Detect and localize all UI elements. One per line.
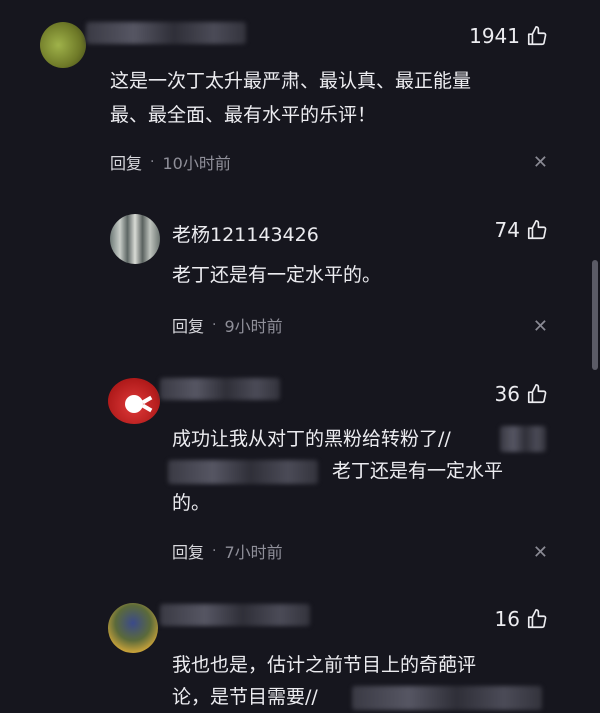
close-icon[interactable]: ✕ xyxy=(533,152,548,173)
redacted-mention xyxy=(168,460,318,484)
like-button[interactable]: 74 xyxy=(495,218,548,242)
separator-dot: · xyxy=(212,317,217,333)
comment-meta: 回复 · 10小时前 xyxy=(110,150,231,174)
separator-dot: · xyxy=(150,154,155,170)
redacted-username xyxy=(160,604,310,626)
close-icon[interactable]: ✕ xyxy=(533,316,548,337)
thumbs-up-icon xyxy=(526,219,548,241)
comment-meta: 回复 · 7小时前 xyxy=(172,539,283,563)
username[interactable]: 老杨121143426 xyxy=(172,220,319,247)
reply-button[interactable]: 回复 xyxy=(110,150,142,174)
timestamp: 7小时前 xyxy=(224,543,283,562)
avatar[interactable] xyxy=(108,603,158,653)
like-button[interactable]: 16 xyxy=(495,607,548,631)
like-count: 74 xyxy=(494,218,520,242)
reply-button[interactable]: 回复 xyxy=(172,539,204,563)
redacted-mention xyxy=(352,686,542,710)
comment-text: 最、最全面、最有水平的乐评！ xyxy=(110,104,377,126)
separator-dot: · xyxy=(212,543,217,559)
comment-meta: 回复 · 9小时前 xyxy=(172,313,283,337)
comment-text: 我也也是，估计之前节目上的奇葩评 xyxy=(172,654,477,676)
close-icon[interactable]: ✕ xyxy=(533,542,548,563)
thumbs-up-icon xyxy=(526,608,548,630)
like-button[interactable]: 36 xyxy=(495,382,548,406)
redacted-username xyxy=(160,378,280,400)
comment-text: 这是一次丁太升最严肃、最认真、最正能量 xyxy=(110,70,472,92)
like-count: 36 xyxy=(494,382,520,406)
comment-text: 的。 xyxy=(172,492,211,514)
timestamp: 10小时前 xyxy=(162,154,231,173)
comment-text: 老丁还是有一定水平的。 xyxy=(172,264,382,286)
comment-text: 老丁还是有一定水平 xyxy=(332,460,504,482)
redacted-mention xyxy=(500,426,546,452)
comment-text: 论，是节目需要// xyxy=(172,686,318,708)
timestamp: 9小时前 xyxy=(224,317,283,336)
like-count: 1941 xyxy=(469,24,520,48)
reply-button[interactable]: 回复 xyxy=(172,313,204,337)
redacted-username xyxy=(86,22,246,44)
comment-text: 成功让我从对丁的黑粉给转粉了// xyxy=(172,428,451,450)
like-count: 16 xyxy=(494,607,520,631)
thumbs-up-icon xyxy=(526,25,548,47)
scrollbar[interactable] xyxy=(592,260,598,370)
avatar-emblem-icon xyxy=(125,395,153,413)
avatar[interactable] xyxy=(40,22,86,68)
avatar[interactable] xyxy=(108,378,160,424)
thumbs-up-icon xyxy=(526,383,548,405)
like-button[interactable]: 1941 xyxy=(469,24,548,48)
avatar[interactable] xyxy=(110,214,160,264)
